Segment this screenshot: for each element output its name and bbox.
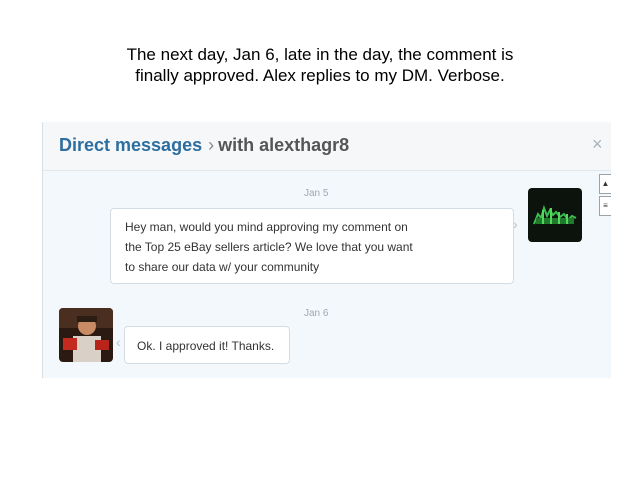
message-line: the Top 25 eBay sellers article? We love… [125,240,413,254]
slide-caption: The next day, Jan 6, late in the day, th… [60,44,580,86]
message-line: Hey man, would you mind approving my com… [125,220,408,234]
direct-messages-panel: Direct messages › with alexthagr8 × ▲ ≡ Ja… [42,122,611,378]
scroll-up-icon[interactable]: ▲ [599,174,611,194]
bubble-pointer-right-icon: › [513,216,518,232]
scroll-grip-icon[interactable]: ≡ [599,196,611,216]
person-photo-avatar-icon[interactable] [59,308,113,362]
scrollbar[interactable]: ▲ ≡ [599,174,611,222]
message-date: Jan 6 [304,308,329,319]
bubble-pointer-left-icon: ‹ [116,334,121,350]
dm-with-user: with alexthagr8 [218,135,350,155]
dm-title-link[interactable]: Direct messages [59,135,202,155]
green-chart-avatar-icon[interactable] [528,188,582,242]
message-line: Ok. I approved it! Thanks. [137,339,275,353]
dm-header-title: Direct messages › with alexthagr8 [59,135,349,156]
message-date: Jan 5 [304,188,329,199]
close-icon[interactable]: × [592,134,603,155]
dm-header: Direct messages › with alexthagr8 × [43,122,611,171]
caption-line-2: finally approved. Alex replies to my DM.… [135,66,505,85]
message-bubble-sent: Hey man, would you mind approving my com… [110,208,514,284]
message-bubble-received: Ok. I approved it! Thanks. [124,326,290,364]
message-line: to share our data w/ your community [125,260,320,274]
breadcrumb-separator: › [208,135,215,155]
caption-line-1: The next day, Jan 6, late in the day, th… [126,45,514,64]
